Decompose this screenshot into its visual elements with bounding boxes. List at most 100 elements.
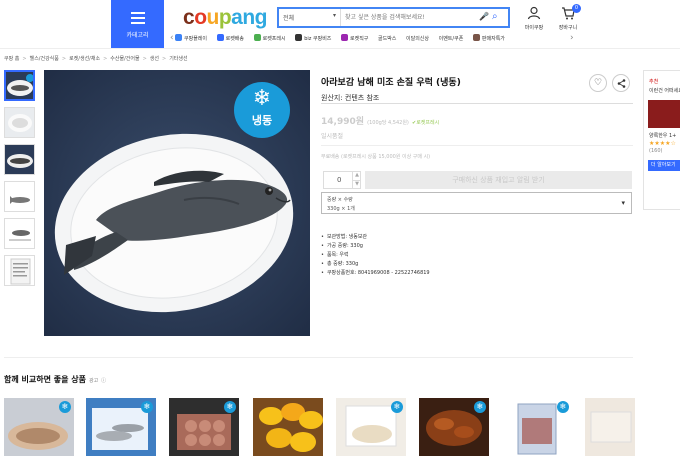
list-item: 가공 중량: 330g: [321, 242, 430, 251]
related-product-card[interactable]: ❄: [419, 398, 489, 456]
quick-menu: 쿠팡플레이 로켓배송 로켓프레시 biz 쿠팡비즈 로켓직구 골드박스 이달의신…: [175, 34, 513, 46]
snowflake-icon: ❄: [252, 86, 272, 111]
divider: [321, 103, 633, 104]
breadcrumb-item[interactable]: 기타생선: [169, 56, 187, 62]
product-info: 아라보감 남해 미조 손질 우럭 (냉동) 원산지: 컨텐츠 참조 ♡ 14,9…: [321, 70, 633, 276]
quick-menu-icon: [295, 34, 303, 41]
mypage-button[interactable]: 마이쿠팡: [516, 6, 552, 31]
snowflake-icon: ❄: [557, 401, 569, 413]
chevron-right-icon[interactable]: ›: [570, 33, 574, 43]
microphone-icon[interactable]: 🎤: [479, 12, 489, 21]
quick-menu-item[interactable]: 로켓배송: [216, 34, 244, 42]
chevron-down-icon[interactable]: ▼: [352, 180, 361, 188]
quick-menu-item[interactable]: 로켓프레시: [253, 34, 286, 42]
rocket-fresh-badge: ✔로켓프레시: [412, 120, 440, 126]
product-title: 아라보감 남해 미조 손질 우럭 (냉동): [321, 78, 461, 88]
thumbnail-fish-raw[interactable]: [4, 181, 35, 212]
search-category-select[interactable]: 전체 ▾: [279, 9, 341, 26]
side-reco-product-name[interactable]: 양록한우 1+: [649, 132, 680, 139]
search-input[interactable]: [345, 10, 475, 25]
related-product-card[interactable]: [585, 398, 635, 456]
quick-menu-icon: [253, 34, 261, 41]
related-product-card[interactable]: ❄: [86, 398, 156, 456]
chevron-up-icon[interactable]: ▲: [352, 172, 361, 180]
hamburger-icon: [130, 12, 145, 24]
list-item: 품목: 우럭: [321, 251, 430, 260]
see-more-button[interactable]: 더 알아보기: [648, 160, 680, 171]
breadcrumb: 쿠팡 홈 > 헬스/건강식품 > 로켓/생선/채소 > 수산물/건어물 > 생선 > 기타생선: [4, 56, 188, 62]
coupang-logo[interactable]: coupang: [183, 6, 268, 30]
quick-menu-icon: [472, 34, 480, 41]
breadcrumb-item[interactable]: 쿠팡 홈: [4, 56, 19, 62]
category-menu-button[interactable]: 카테고리: [111, 0, 164, 48]
thumbnail-list: [4, 70, 37, 292]
breadcrumb-item[interactable]: 수산물/건어물: [110, 56, 139, 62]
rating-stars: ★★★★☆: [649, 140, 676, 147]
cart-button[interactable]: 0 장바구니: [550, 4, 586, 31]
related-products: ❄ ❄ ❄ ❄ ❄ ❄: [4, 398, 680, 458]
breadcrumb-item[interactable]: 헬스/건강식품: [30, 56, 59, 62]
side-reco-title: 이런건 어떠세요: [649, 88, 680, 94]
cart-count-badge: 0: [572, 4, 581, 13]
thumbnail-fish-closeup[interactable]: [4, 144, 35, 175]
product-origin: 원산지: 컨텐츠 참조: [321, 94, 380, 102]
category-label: 카테고리: [126, 32, 149, 39]
list-item: 쿠팡상품번호: 8041969008 - 22522746819: [321, 269, 430, 278]
breadcrumb-item[interactable]: 로켓/생선/채소: [69, 56, 100, 62]
quick-menu-icon: [175, 34, 182, 41]
related-product-card[interactable]: ❄: [502, 398, 572, 456]
quick-menu-icon: [216, 34, 224, 41]
section-divider: [4, 357, 633, 358]
list-item: 총 중량: 330g: [321, 260, 430, 269]
thumbnail-fish-side[interactable]: [4, 218, 35, 249]
side-reco-image[interactable]: [648, 100, 680, 128]
search-icon[interactable]: ⌕: [492, 11, 498, 22]
thumbnail-fish-plate[interactable]: [4, 70, 35, 101]
breadcrumb-item[interactable]: 생선: [150, 56, 159, 62]
quick-menu-item[interactable]: 쿠팡플레이: [175, 34, 207, 42]
related-product-card[interactable]: [253, 398, 323, 456]
restock-alert-button[interactable]: 구매하신 상품 재입고 알림 받기: [365, 171, 632, 189]
product-description-list: 보관방법: 냉동보관 가공 중량: 330g 품목: 우럭 총 중량: 330g…: [321, 233, 430, 278]
snowflake-icon: ❄: [224, 401, 236, 413]
side-recommendation: 추천 이런건 어떠세요 양록한우 1+ ★★★★☆ (160) 더 알아보기: [643, 70, 680, 210]
frozen-badge: ❄ 냉동: [234, 82, 290, 138]
heart-icon[interactable]: ♡: [589, 74, 607, 92]
thumbnail-fish-cut[interactable]: [4, 107, 35, 138]
side-reco-heading: 추천: [649, 79, 659, 85]
snowflake-icon: ❄: [141, 401, 153, 413]
product-price: 14,990원 (100g당 4,542원) ✔로켓프레시: [321, 117, 440, 127]
snowflake-icon: ❄: [474, 401, 486, 413]
header: 카테고리 coupang 전체 ▾ 🎤 ⌕ 마이쿠팡 0 장바구니 ‹ 쿠팡플레…: [0, 0, 680, 48]
snowflake-icon: ❄: [59, 401, 71, 413]
search-bar: 전체 ▾ 🎤 ⌕: [277, 7, 510, 28]
related-product-card[interactable]: ❄: [169, 398, 239, 456]
info-icon[interactable]: ⓘ: [101, 378, 106, 384]
quick-menu-icon: [341, 34, 348, 41]
list-item: 보관방법: 냉동보관: [321, 233, 430, 242]
chevron-left-icon[interactable]: ‹: [170, 33, 174, 43]
snowflake-icon: ❄: [391, 401, 403, 413]
compare-section-title: 함께 비교하면 좋을 상품 광고 ⓘ: [4, 375, 107, 384]
quick-menu-item[interactable]: 로켓직구: [341, 34, 368, 42]
review-count: (160): [649, 148, 663, 154]
thumbnail-label[interactable]: [4, 255, 35, 286]
share-icon[interactable]: [612, 74, 630, 92]
related-product-card[interactable]: ❄: [336, 398, 406, 456]
shipping-info: 무료배송 (로켓프레시 상품 15,000원 이상 구매 시): [321, 154, 431, 160]
quantity-stepper[interactable]: 0 ▲ ▼: [323, 171, 361, 189]
divider: [321, 145, 633, 146]
soldout-label: 일시품절: [321, 133, 344, 140]
chevron-down-icon: ▾: [332, 12, 336, 19]
user-icon: [516, 6, 552, 24]
related-product-card[interactable]: ❄: [4, 398, 74, 456]
product-main-image[interactable]: ❄ 냉동: [44, 70, 310, 336]
header-divider: [0, 48, 680, 49]
quick-menu-item[interactable]: 판매자특가: [472, 34, 505, 42]
caret-down-icon: ▾: [621, 199, 625, 207]
quick-menu-item[interactable]: 골드박스: [378, 36, 396, 42]
option-select[interactable]: 중량 × 수량 330g × 1개 ▾: [321, 192, 632, 214]
quick-menu-item[interactable]: biz 쿠팡비즈: [295, 34, 331, 42]
quick-menu-item[interactable]: 이벤트/쿠폰: [439, 36, 464, 42]
quick-menu-item[interactable]: 이달의신상: [406, 36, 429, 42]
